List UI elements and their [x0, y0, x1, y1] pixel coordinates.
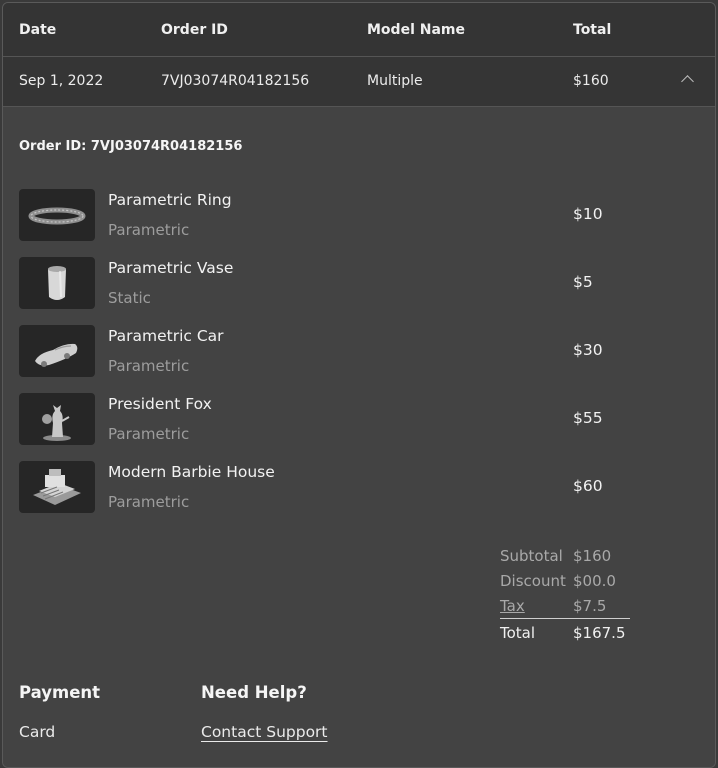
- car-model-thumbnail: [19, 325, 95, 377]
- list-item: Parametric Ring Parametric $10: [19, 189, 679, 241]
- item-type: Parametric: [108, 357, 190, 375]
- list-item: Parametric Car Parametric $30: [19, 325, 679, 377]
- order-history-panel: Date Order ID Model Name Total Sep 1, 20…: [2, 2, 716, 768]
- list-item: Modern Barbie House Parametric $60: [19, 461, 679, 513]
- item-name: Parametric Car: [108, 327, 224, 345]
- item-name: Parametric Vase: [108, 259, 234, 277]
- total-value: $167.5: [573, 624, 626, 642]
- discount-row: Discount $00.0: [500, 572, 630, 594]
- total-label: Total: [500, 624, 536, 642]
- order-total: $160: [573, 73, 609, 89]
- item-name: President Fox: [108, 395, 212, 413]
- order-date: Sep 1, 2022: [19, 73, 104, 89]
- list-item: Parametric Vase Static $5: [19, 257, 679, 309]
- order-id: 7VJ03074R04182156: [161, 73, 310, 89]
- item-price: $60: [573, 477, 603, 495]
- total-row: Total $167.5: [500, 624, 630, 646]
- chevron-up-icon[interactable]: [681, 75, 694, 88]
- subtotal-value: $160: [573, 547, 612, 565]
- item-price: $10: [573, 205, 603, 223]
- item-price: $5: [573, 273, 593, 291]
- order-model-name: Multiple: [367, 73, 423, 89]
- payment-method: Card: [19, 723, 56, 741]
- tax-value: $7.5: [573, 597, 607, 615]
- item-type: Static: [108, 289, 151, 307]
- ring-model-thumbnail: [19, 189, 95, 241]
- order-row[interactable]: Sep 1, 2022 7VJ03074R04182156 Multiple $…: [3, 57, 715, 107]
- item-name: Parametric Ring: [108, 191, 232, 209]
- header-model-name: Model Name: [367, 21, 465, 38]
- payment-heading: Payment: [19, 683, 101, 702]
- item-type: Parametric: [108, 221, 190, 239]
- header-order-id: Order ID: [161, 21, 228, 38]
- fox-model-thumbnail: [19, 393, 95, 445]
- item-name: Modern Barbie House: [108, 463, 275, 481]
- tax-label: Tax: [500, 597, 525, 615]
- table-header: Date Order ID Model Name Total: [3, 3, 715, 57]
- item-price: $55: [573, 409, 603, 427]
- list-item: President Fox Parametric $55: [19, 393, 679, 445]
- header-date: Date: [19, 21, 57, 38]
- item-price: $30: [573, 341, 603, 359]
- tax-row: Tax $7.5: [500, 597, 630, 619]
- subtotal-row: Subtotal $160: [500, 547, 630, 569]
- discount-label: Discount: [500, 572, 566, 590]
- item-type: Parametric: [108, 493, 190, 511]
- header-total: Total: [573, 21, 612, 38]
- item-type: Parametric: [108, 425, 190, 443]
- order-detail-heading: Order ID: 7VJ03074R04182156: [19, 139, 243, 154]
- contact-support-link[interactable]: Contact Support: [201, 723, 328, 741]
- order-detail: Order ID: 7VJ03074R04182156 Parametric R…: [3, 107, 715, 767]
- vase-model-thumbnail: [19, 257, 95, 309]
- help-heading: Need Help?: [201, 683, 307, 702]
- house-model-thumbnail: [19, 461, 95, 513]
- subtotal-label: Subtotal: [500, 547, 563, 565]
- discount-value: $00.0: [573, 572, 616, 590]
